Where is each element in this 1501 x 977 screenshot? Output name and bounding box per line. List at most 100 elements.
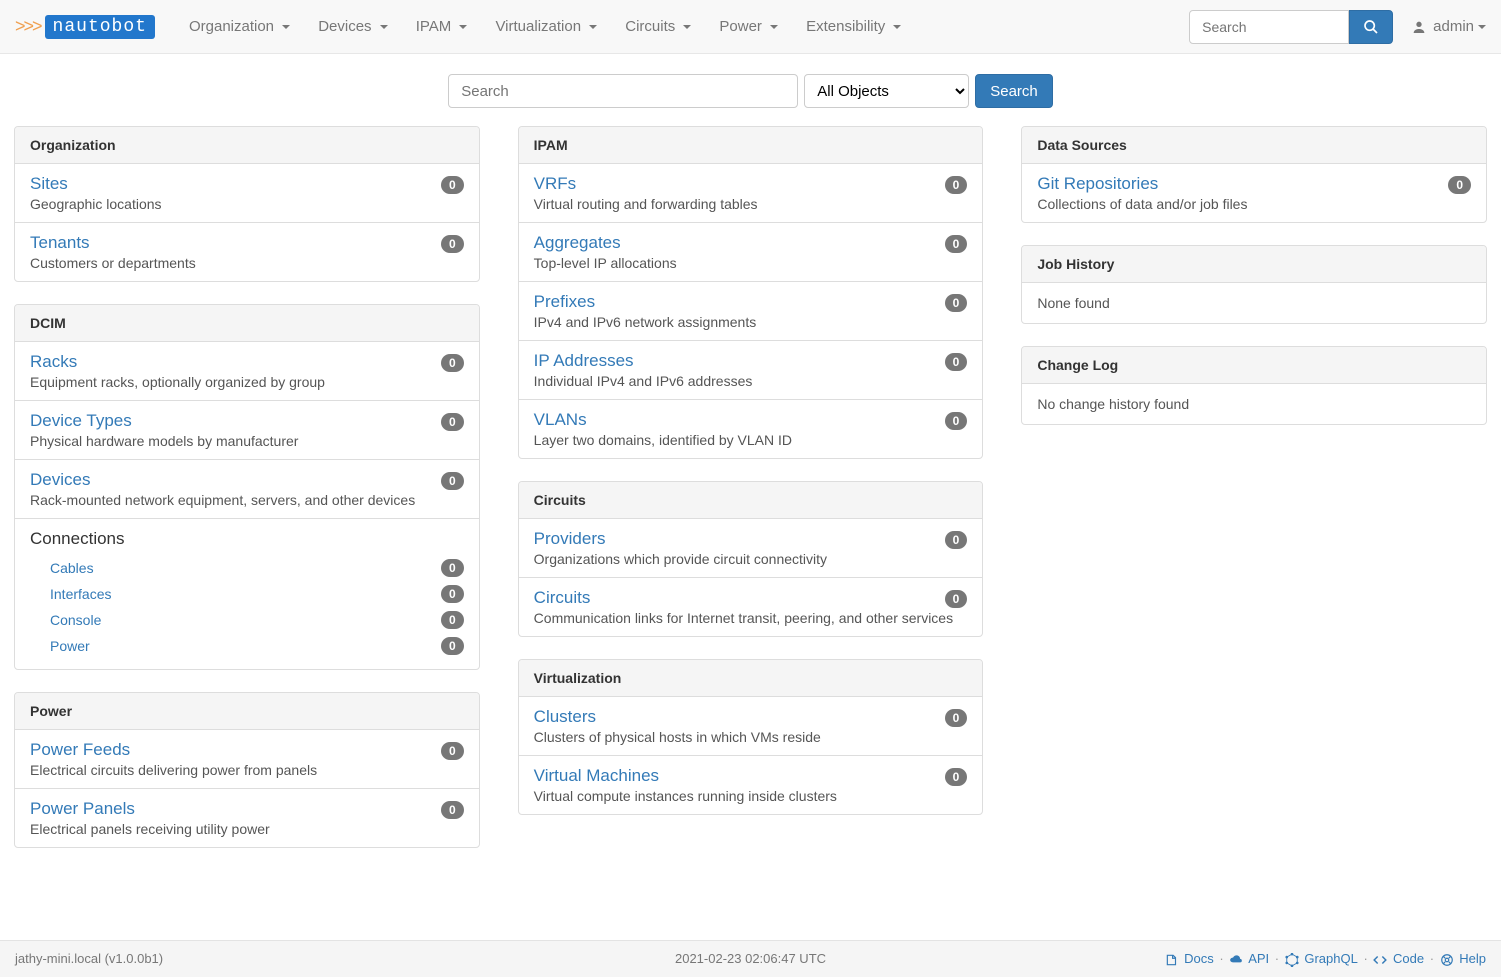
caret-down-icon [1478, 25, 1486, 29]
dashboard-column: Organization0SitesGeographic locations0T… [14, 126, 480, 870]
navbar-search-button[interactable] [1349, 10, 1393, 44]
item-link[interactable]: Devices [30, 470, 464, 490]
count-badge: 0 [441, 354, 464, 372]
brand-logo[interactable]: >>> nautobot [15, 15, 155, 39]
count-badge: 0 [441, 801, 464, 819]
panel-list: 0Git Repositories Collections of data and… [1022, 164, 1486, 222]
item-link[interactable]: Power Panels [30, 799, 464, 819]
count-badge: 0 [1448, 176, 1471, 194]
footer-link-help[interactable]: Help [1456, 951, 1486, 966]
item-link[interactable]: Aggregates [534, 233, 968, 253]
panel-list: 0SitesGeographic locations0TenantsCustom… [15, 164, 479, 281]
item-link[interactable]: Device Types [30, 411, 464, 431]
sub-list-item: Cables0 [50, 555, 464, 581]
home-search-bar: All Objects Search [0, 54, 1501, 126]
navbar-search-input[interactable] [1189, 10, 1349, 44]
item-link[interactable]: Git Repositories [1037, 174, 1471, 194]
panel-list: 0Power FeedsElectrical circuits deliveri… [15, 730, 479, 847]
panel-ipam: IPAM0VRFsVirtual routing and forwarding … [518, 126, 984, 459]
sub-list: Cables0 Interfaces 0 Console0 Power 0 [30, 555, 464, 659]
panel-list: 0VRFsVirtual routing and forwarding tabl… [519, 164, 983, 458]
caret-down-icon [459, 25, 467, 29]
footer-link-docs[interactable]: Docs [1181, 951, 1214, 966]
panel-list: 0ProvidersOrganizations which provide ci… [519, 519, 983, 636]
sub-link[interactable]: Power [50, 638, 90, 654]
item-description: Collections of data and/or job files [1037, 196, 1471, 212]
home-search-input[interactable] [448, 74, 798, 108]
footer-hostname: jathy-mini.local (v1.0.0b1) [15, 951, 675, 967]
item-description: Equipment racks, optionally organized by… [30, 374, 464, 390]
item-link[interactable]: Circuits [534, 588, 968, 608]
footer-link-code[interactable]: Code [1389, 951, 1424, 966]
footer-link-api[interactable]: API [1245, 951, 1269, 966]
footer-link-graphql[interactable]: GraphQL [1301, 951, 1358, 966]
nav-item-virtualization[interactable]: Virtualization [481, 8, 611, 45]
list-item: 0Aggregates Top-level IP allocations [519, 222, 983, 281]
list-item: 0Power Panels Electrical panels receiving… [15, 788, 479, 847]
nav-item-ipam[interactable]: IPAM [402, 8, 482, 45]
panel-heading: Virtualization [519, 660, 983, 697]
docs-icon [1165, 953, 1179, 967]
sub-list-item: Console0 [50, 607, 464, 633]
sub-link[interactable]: Cables [50, 560, 94, 576]
nav-item-devices[interactable]: Devices [304, 8, 402, 45]
navbar-search-form [1189, 10, 1393, 44]
item-link[interactable]: Racks [30, 352, 464, 372]
count-badge: 0 [441, 472, 464, 490]
list-item: 0Devices Rack-mounted network equipment, … [15, 459, 479, 518]
nav-item-power[interactable]: Power [705, 8, 792, 45]
panel-circuits: Circuits0ProvidersOrganizations which pr… [518, 481, 984, 637]
panel-heading: Power [15, 693, 479, 730]
nav-item-circuits[interactable]: Circuits [611, 8, 705, 45]
list-item: 0IP AddressesIndividual IPv4 and IPv6 ad… [519, 340, 983, 399]
list-item: 0VLANsLayer two domains, identified by V… [519, 399, 983, 458]
item-link[interactable]: IP Addresses [534, 351, 968, 371]
panel-heading: Data Sources [1022, 127, 1486, 164]
count-badge: 0 [441, 585, 464, 603]
sub-link[interactable]: Interfaces [50, 586, 111, 602]
item-description: Electrical panels receiving utility powe… [30, 821, 464, 837]
sub-link[interactable]: Console [50, 612, 101, 628]
list-item: 0VRFsVirtual routing and forwarding tabl… [519, 164, 983, 222]
count-badge: 0 [945, 235, 968, 253]
caret-down-icon [893, 25, 901, 29]
item-description: Top-level IP allocations [534, 255, 968, 271]
panel-data-sources: Data Sources 0Git Repositories Collections… [1021, 126, 1487, 223]
item-link[interactable]: Clusters [534, 707, 968, 727]
count-badge: 0 [441, 235, 464, 253]
count-badge: 0 [441, 742, 464, 760]
item-link[interactable]: VLANs [534, 410, 968, 430]
nav-item-organization[interactable]: Organization [175, 8, 304, 45]
item-link[interactable]: Power Feeds [30, 740, 464, 760]
panel-heading: Job History [1022, 246, 1486, 283]
count-badge: 0 [945, 531, 968, 549]
brand-prefix-icon: >>> [15, 16, 41, 37]
item-link[interactable]: Virtual Machines [534, 766, 968, 786]
footer-timestamp: 2021-02-23 02:06:47 UTC [675, 951, 826, 967]
item-link[interactable]: Prefixes [534, 292, 968, 312]
item-description: Communication links for Internet transit… [534, 610, 968, 626]
item-description: Individual IPv4 and IPv6 addresses [534, 373, 968, 389]
list-item: 0PrefixesIPv4 and IPv6 network assignmen… [519, 281, 983, 340]
user-menu[interactable]: admin [1411, 18, 1486, 35]
item-description: Geographic locations [30, 196, 464, 212]
home-search-object-select[interactable]: All Objects [804, 74, 969, 108]
item-description: Virtual compute instances running inside… [534, 788, 968, 804]
panel-change-log: Change LogNo change history found [1021, 346, 1487, 425]
item-link[interactable]: Tenants [30, 233, 464, 253]
panel-heading: Circuits [519, 482, 983, 519]
home-search-button[interactable]: Search [975, 74, 1053, 108]
help-icon [1440, 953, 1454, 967]
item-description: Clusters of physical hosts in which VMs … [534, 729, 968, 745]
sub-list-item: Power 0 [50, 633, 464, 659]
item-link[interactable]: Providers [534, 529, 968, 549]
sub-list-item: Interfaces 0 [50, 581, 464, 607]
list-item: 0Git Repositories Collections of data and… [1022, 164, 1486, 222]
item-link[interactable]: Sites [30, 174, 464, 194]
item-link[interactable]: VRFs [534, 174, 968, 194]
item-description: Rack-mounted network equipment, servers,… [30, 492, 464, 508]
list-item: ConnectionsCables0Interfaces0Console0Pow… [15, 518, 479, 669]
count-badge: 0 [441, 637, 464, 655]
nav-item-extensibility[interactable]: Extensibility [792, 8, 915, 45]
count-badge: 0 [945, 294, 968, 312]
